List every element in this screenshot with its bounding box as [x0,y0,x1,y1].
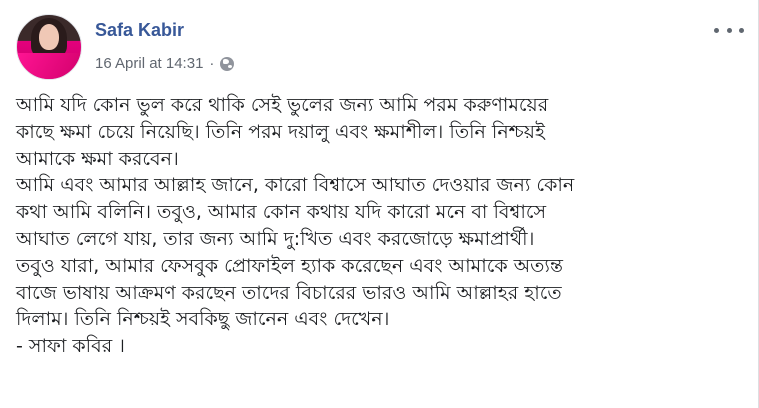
author-name[interactable]: Safa Kabir [95,20,184,41]
avatar[interactable] [16,14,82,80]
globe-icon[interactable] [220,56,235,71]
post-text-line: কথা আমি বলিনি। তবুও, আমার কোন কথায় যদি … [16,201,547,224]
more-dot [739,27,744,33]
post-text: আমি যদি কোন ভুল করে থাকি সেই ভুলের জন্য … [16,92,736,360]
more-options-icon[interactable] [714,20,744,40]
post-meta: 16 April at 14:31 · [95,55,235,72]
avatar-clothing [17,53,81,79]
post-text-line: আমি এবং আমার আল্লাহ জানে, কারো বিশ্বাসে … [16,174,575,197]
more-dot [714,27,719,33]
post-text-line: আঘাত লেগে যায়, তার জন্য আমি দু:খিত এবং … [16,227,535,250]
post-text-line: কাছে ক্ষমা চেয়ে নিয়েছি। তিনি পরম দয়াল… [16,120,545,143]
post-text-line: দিলাম। তিনি নিশ্চয়ই সবকিছু জানেন এবং দে… [16,308,390,331]
post-text-line: আমি যদি কোন ভুল করে থাকি সেই ভুলের জন্য … [16,94,549,116]
post-card: Safa Kabir 16 April at 14:31 · আমি যদি ক… [0,0,759,408]
avatar-face [39,24,59,50]
post-text-line: - সাফা কবির । [16,335,125,358]
dot-separator: · [209,55,215,72]
more-dot [726,27,732,33]
post-text-line: বাজে ভাষায় আক্রমণ করছেন তাদের বিচারের ভ… [16,281,562,304]
post-text-line: তবুও যারা, আমার ফেসবুক প্রোফাইল হ্যাক কর… [16,254,563,277]
post-timestamp[interactable]: 16 April at 14:31 [95,55,203,72]
post-text-line: আমাকে ক্ষমা করবেন। [16,147,179,170]
